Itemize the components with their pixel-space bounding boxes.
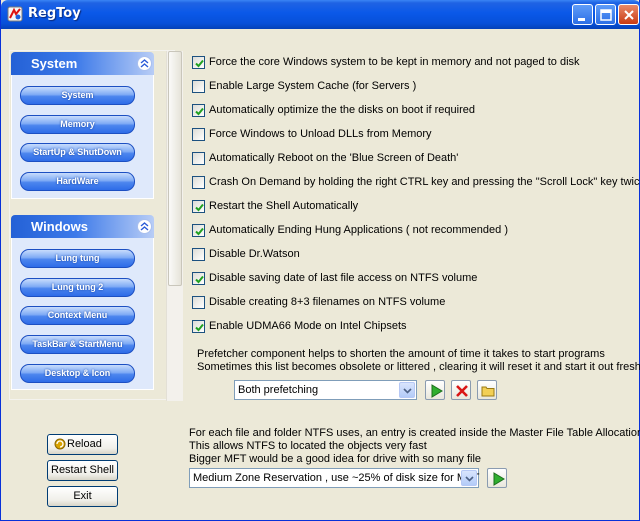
option-label: Restart the Shell Automatically [209, 200, 359, 212]
reload-label: Reload [67, 438, 102, 450]
close-icon [624, 10, 634, 20]
nav-item-hardware[interactable]: HardWare [20, 172, 135, 191]
option-label: Automatically Reboot on the 'Blue Screen… [209, 152, 459, 164]
play-icon [431, 384, 443, 398]
open-prefetch-folder-button[interactable] [477, 380, 497, 400]
checkbox[interactable] [192, 56, 205, 69]
mft-description-3: Bigger MFT would be a good idea for driv… [189, 453, 482, 465]
exit-button[interactable]: Exit [47, 486, 118, 507]
option-label: Enable Large System Cache (for Servers ) [209, 80, 417, 92]
checkmark-icon [195, 323, 204, 332]
checkbox[interactable] [192, 104, 205, 117]
option-label: Enable UDMA66 Mode on Intel Chipsets [209, 320, 407, 332]
reload-icon [54, 438, 66, 450]
group-title-windows: Windows [31, 219, 88, 234]
checkbox[interactable] [192, 272, 205, 285]
chevron-down-icon [465, 476, 474, 482]
group-title-system: System [31, 56, 78, 71]
checkmark-icon [195, 275, 204, 284]
option-label: Disable Dr.Watson [209, 248, 300, 260]
option-label: Automatically optimize the the disks on … [209, 104, 475, 116]
prefetch-mode-value: Both prefetching [238, 384, 319, 396]
checkmark-icon [195, 203, 204, 212]
prefetcher-description-2: Sometimes this list becomes obsolete or … [197, 361, 640, 373]
maximize-icon [600, 9, 612, 21]
mft-zone-value: Medium Zone Reservation , use ~25% of di… [193, 472, 480, 484]
prefetcher-description-1: Prefetcher component helps to shorten th… [197, 348, 605, 360]
chevron-down-icon [403, 388, 412, 394]
nav-item-memory[interactable]: Memory [20, 115, 135, 134]
option-label: Automatically Ending Hung Applications (… [209, 224, 508, 236]
reload-button[interactable]: Reload [47, 434, 118, 455]
chevron-up-double-icon [140, 59, 149, 68]
minimize-icon [578, 18, 585, 21]
group-header-system[interactable]: System [11, 52, 154, 75]
mft-zone-select[interactable]: Medium Zone Reservation , use ~25% of di… [189, 468, 479, 488]
checkbox[interactable] [192, 296, 205, 309]
checkmark-icon [195, 59, 204, 68]
nav-item-startup-shutdown[interactable]: StartUp & ShutDown [20, 143, 135, 162]
window-title: RegToy [28, 6, 81, 21]
prefetch-mode-select[interactable]: Both prefetching [234, 380, 417, 400]
nav-item-context-menu[interactable]: Context Menu [20, 306, 135, 325]
apply-prefetch-button[interactable] [425, 380, 445, 400]
option-label: Crash On Demand by holding the right CTR… [209, 176, 640, 188]
apply-mft-button[interactable] [487, 468, 507, 488]
close-button[interactable] [618, 4, 639, 25]
nav-item-lung-tung-2[interactable]: Lung tung 2 [20, 278, 135, 297]
option-label: Disable saving date of last file access … [209, 272, 478, 284]
dropdown-arrow-button[interactable] [461, 470, 477, 486]
checkbox[interactable] [192, 320, 205, 333]
checkmark-icon [195, 227, 204, 236]
title-bar[interactable]: RegToy [1, 0, 640, 29]
nav-item-taskbar-startmenu[interactable]: TaskBar & StartMenu [20, 335, 135, 354]
checkbox[interactable] [192, 152, 205, 165]
play-icon [493, 472, 505, 486]
nav-item-lung-tung[interactable]: Lung tung [20, 249, 135, 268]
checkbox[interactable] [192, 176, 205, 189]
folder-icon [481, 386, 495, 397]
nav-scroll-thumb[interactable] [168, 51, 182, 286]
chevron-up-double-icon [140, 222, 149, 231]
checkbox[interactable] [192, 128, 205, 141]
mft-description-1: For each file and folder NTFS uses, an e… [189, 427, 640, 439]
checkbox[interactable] [192, 248, 205, 261]
dropdown-arrow-button[interactable] [399, 382, 415, 398]
group-header-windows[interactable]: Windows [11, 215, 154, 238]
checkbox[interactable] [192, 224, 205, 237]
nav-item-system[interactable]: System [20, 86, 135, 105]
regtoy-app-icon [7, 6, 23, 22]
checkbox[interactable] [192, 80, 205, 93]
restart-shell-button[interactable]: Restart Shell [47, 460, 118, 481]
delete-x-icon [456, 385, 468, 397]
nav-item-desktop-icon[interactable]: Desktop & Icon [20, 364, 135, 383]
mft-description-2: This allows NTFS to located the objects … [189, 440, 427, 452]
option-label: Force the core Windows system to be kept… [209, 56, 580, 68]
maximize-button[interactable] [595, 4, 616, 25]
checkmark-icon [195, 107, 204, 116]
checkbox[interactable] [192, 200, 205, 213]
clear-prefetch-button[interactable] [451, 380, 471, 400]
option-label: Disable creating 8+3 filenames on NTFS v… [209, 296, 446, 308]
app-window: RegToy System System Memory StartUp & Sh… [0, 0, 640, 521]
collapse-windows-button[interactable] [137, 219, 152, 234]
minimize-button[interactable] [572, 4, 593, 25]
option-label: Force Windows to Unload DLLs from Memory [209, 128, 432, 140]
collapse-system-button[interactable] [137, 56, 152, 71]
